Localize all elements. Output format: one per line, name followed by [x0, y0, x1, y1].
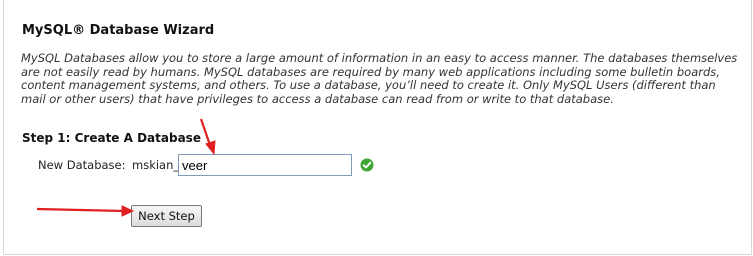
check-circle-icon — [360, 158, 374, 172]
page-title: MySQL® Database Wizard — [22, 23, 215, 38]
database-prefix: mskian_ — [132, 158, 180, 172]
new-database-label: New Database: — [38, 158, 126, 172]
new-database-input[interactable] — [178, 154, 352, 176]
step-title: Step 1: Create A Database — [22, 131, 201, 145]
next-step-button[interactable]: Next Step — [131, 205, 202, 227]
wizard-description: MySQL Databases allow you to store a lar… — [21, 51, 738, 106]
wizard-panel — [3, 0, 752, 255]
